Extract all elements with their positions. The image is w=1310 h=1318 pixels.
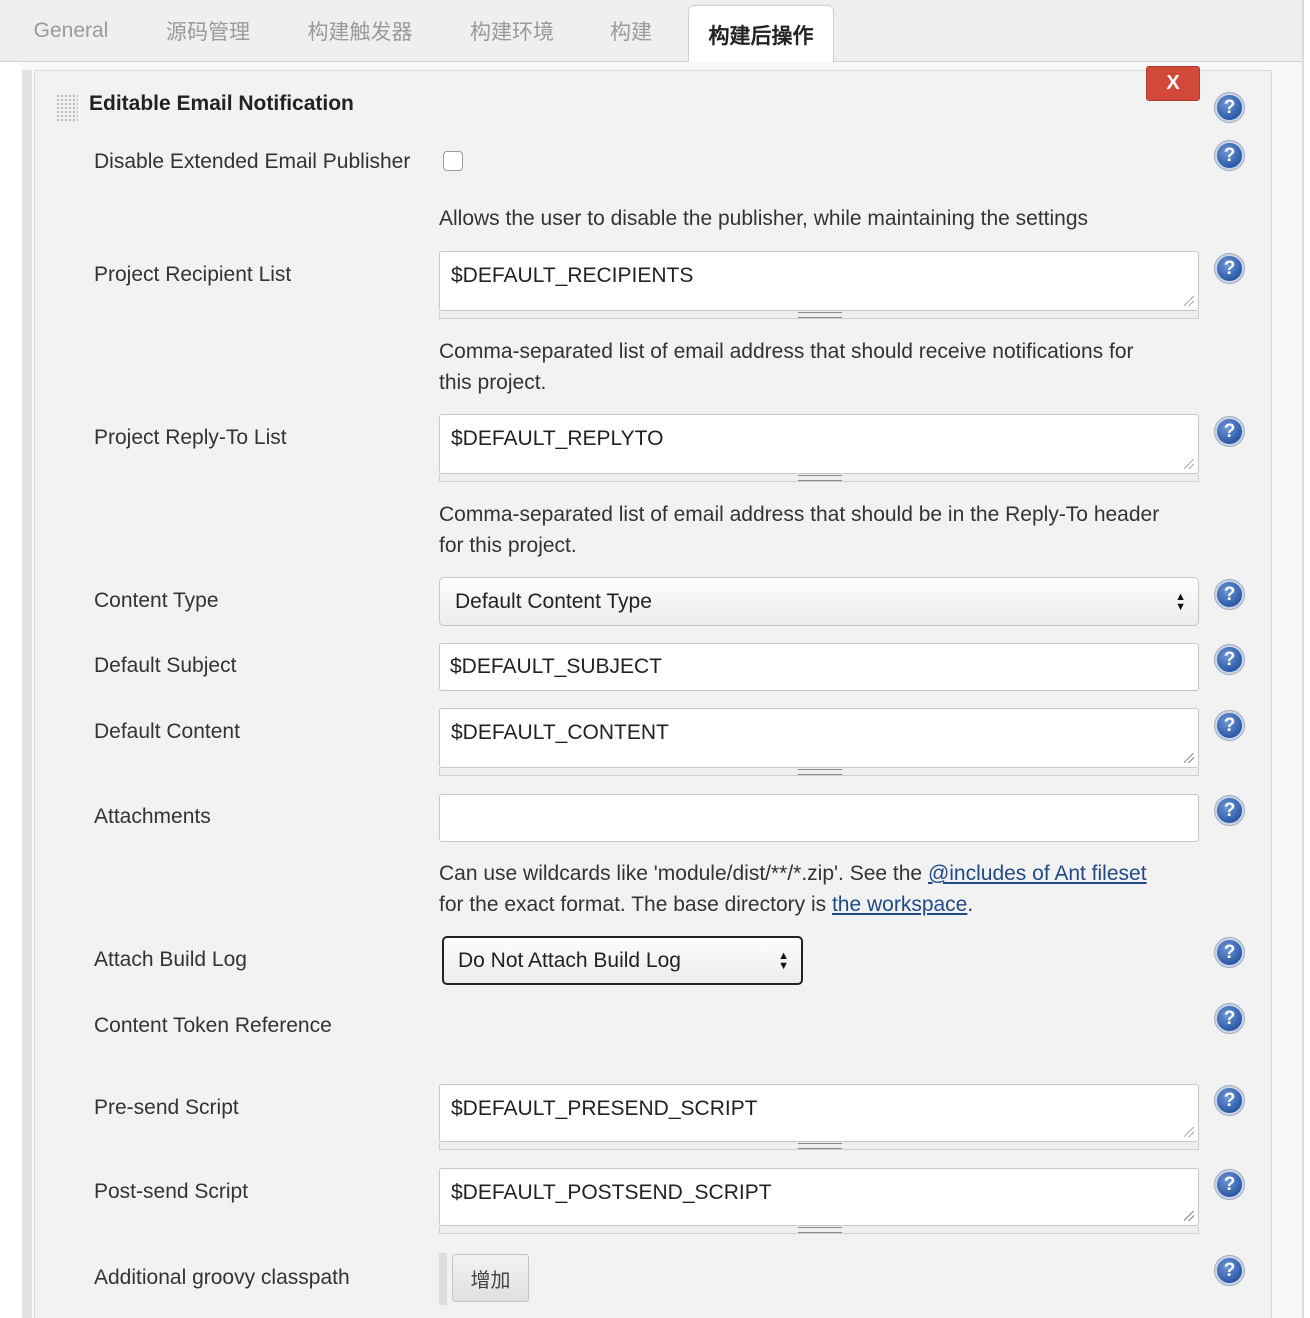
default-content-textarea[interactable]: $DEFAULT_CONTENT	[439, 708, 1199, 768]
updown-arrows-icon: ▲ ▼	[1175, 590, 1186, 613]
attach-build-log-select[interactable]: Do Not Attach Build Log ▲ ▼	[442, 936, 803, 985]
attachments-help-suffix: .	[967, 893, 974, 916]
updown-arrows-icon: ▲ ▼	[778, 949, 789, 972]
attachments-label: Attachments	[94, 805, 211, 828]
recipient-list-textarea[interactable]: $DEFAULT_RECIPIENTS	[439, 251, 1199, 311]
disable-publisher-help: Allows the user to disable the publisher…	[439, 207, 1089, 230]
groovy-classpath-label: Additional groovy classpath	[94, 1266, 350, 1289]
recipient-list-label: Project Recipient List	[94, 263, 292, 286]
help-icon[interactable]: ?	[1215, 1004, 1244, 1033]
help-icon[interactable]: ?	[1215, 645, 1244, 674]
textarea-resize-grip[interactable]	[439, 311, 1199, 319]
content-type-selected: Default Content Type	[455, 589, 652, 613]
ant-fileset-link[interactable]: @includes of Ant fileset	[928, 862, 1147, 885]
help-icon[interactable]: ?	[1215, 93, 1244, 122]
drag-handle-icon[interactable]	[56, 94, 78, 122]
content-type-label: Content Type	[94, 589, 219, 612]
textarea-resize-grip[interactable]	[439, 1226, 1199, 1234]
attachments-help-middle: for the exact format. The base directory…	[439, 893, 832, 916]
reply-to-list-help-line1: Comma-separated list of email address th…	[439, 503, 1160, 526]
help-icon[interactable]: ?	[1215, 580, 1244, 609]
attach-build-log-label: Attach Build Log	[94, 948, 247, 971]
help-icon[interactable]: ?	[1215, 417, 1244, 446]
reply-to-list-label: Project Reply-To List	[94, 426, 287, 449]
content-type-select[interactable]: Default Content Type ▲ ▼	[439, 577, 1199, 626]
presend-script-field: $DEFAULT_PRESEND_SCRIPT	[439, 1084, 1199, 1150]
attach-build-log-selected: Do Not Attach Build Log	[458, 948, 681, 972]
attachments-help: Can use wildcards like 'module/dist/**/*…	[439, 858, 1199, 920]
tab-post-build-actions[interactable]: 构建后操作	[688, 5, 834, 63]
delete-section-button[interactable]: X	[1146, 66, 1200, 101]
help-icon[interactable]: ?	[1215, 1170, 1244, 1199]
textarea-resize-grip[interactable]	[439, 474, 1199, 482]
page-right-border	[1302, 0, 1304, 1318]
repeatable-strip	[439, 1253, 447, 1305]
recipient-list-help: Comma-separated list of email address th…	[439, 336, 1199, 398]
help-icon[interactable]: ?	[1215, 1256, 1244, 1285]
default-content-field: $DEFAULT_CONTENT	[439, 708, 1199, 776]
reply-to-list-help-line2: for this project.	[439, 534, 577, 557]
help-icon[interactable]: ?	[1215, 711, 1244, 740]
attachments-input[interactable]	[439, 794, 1199, 842]
help-icon[interactable]: ?	[1215, 141, 1244, 170]
tab-build[interactable]: 构建	[595, 0, 667, 62]
recipient-list-help-line1: Comma-separated list of email address th…	[439, 340, 1134, 363]
recipient-list-help-line2: this project.	[439, 371, 547, 394]
help-icon[interactable]: ?	[1215, 1086, 1244, 1115]
default-subject-label: Default Subject	[94, 654, 237, 677]
section-indent-bar	[22, 70, 32, 1318]
workspace-link[interactable]: the workspace	[832, 893, 967, 916]
recipient-list-field: $DEFAULT_RECIPIENTS	[439, 251, 1199, 319]
postsend-script-label: Post-send Script	[94, 1180, 249, 1203]
content-token-reference-label: Content Token Reference	[94, 1014, 332, 1037]
tab-build-environment[interactable]: 构建环境	[455, 0, 569, 62]
help-icon[interactable]: ?	[1215, 796, 1244, 825]
default-subject-input[interactable]: $DEFAULT_SUBJECT	[439, 643, 1199, 691]
help-icon[interactable]: ?	[1215, 254, 1244, 283]
disable-publisher-label: Disable Extended Email Publisher	[94, 150, 411, 173]
textarea-resize-grip[interactable]	[439, 1142, 1199, 1150]
presend-script-textarea[interactable]: $DEFAULT_PRESEND_SCRIPT	[439, 1084, 1199, 1142]
attachments-help-prefix: Can use wildcards like 'module/dist/**/*…	[439, 862, 928, 885]
tab-general[interactable]: General	[16, 0, 126, 62]
help-icon[interactable]: ?	[1215, 938, 1244, 967]
default-content-label: Default Content	[94, 720, 240, 743]
reply-to-list-field: $DEFAULT_REPLYTO	[439, 414, 1199, 482]
add-classpath-button[interactable]: 增加	[452, 1254, 529, 1302]
tab-source-management[interactable]: 源码管理	[150, 0, 266, 62]
reply-to-list-textarea[interactable]: $DEFAULT_REPLYTO	[439, 414, 1199, 474]
tab-build-triggers[interactable]: 构建触发器	[292, 0, 428, 62]
reply-to-list-help: Comma-separated list of email address th…	[439, 499, 1199, 561]
section-title: Editable Email Notification	[89, 92, 354, 115]
tab-bar: General 源码管理 构建触发器 构建环境 构建 构建后操作	[0, 0, 1302, 63]
postsend-script-field: $DEFAULT_POSTSEND_SCRIPT	[439, 1168, 1199, 1234]
postsend-script-textarea[interactable]: $DEFAULT_POSTSEND_SCRIPT	[439, 1168, 1199, 1226]
disable-publisher-checkbox[interactable]	[443, 151, 463, 171]
presend-script-label: Pre-send Script	[94, 1096, 239, 1119]
textarea-resize-grip[interactable]	[439, 768, 1199, 776]
